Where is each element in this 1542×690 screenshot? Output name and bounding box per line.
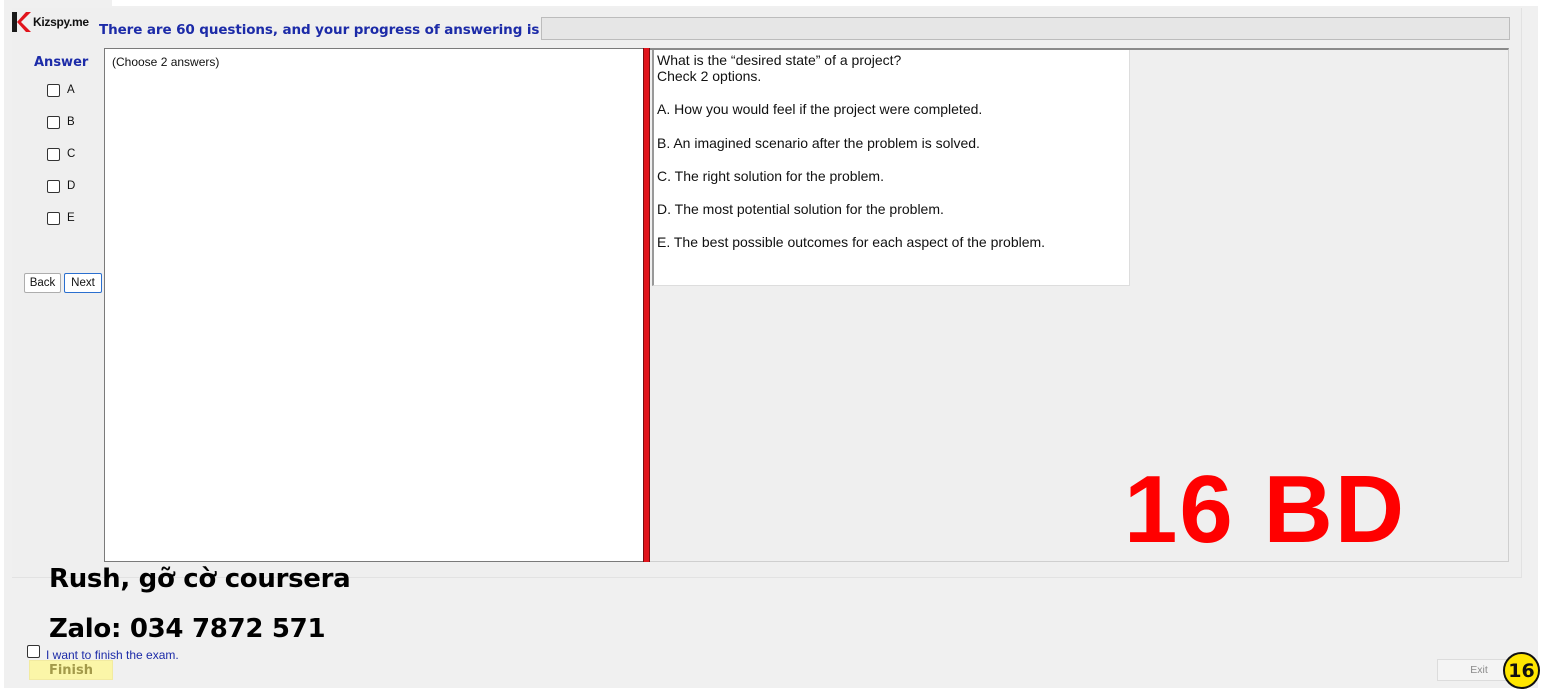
- answer-checkbox-e[interactable]: [47, 211, 60, 225]
- progress-bar: [541, 17, 1510, 40]
- question-option-b: B. An imagined scenario after the proble…: [657, 135, 980, 151]
- answer-title: Answer: [34, 55, 89, 70]
- answer-option-e[interactable]: E: [47, 211, 75, 225]
- answer-option-a[interactable]: A: [47, 83, 75, 97]
- question-option-a: A. How you would feel if the project wer…: [657, 101, 983, 117]
- question-instruction: Check 2 options.: [657, 68, 762, 84]
- answer-option-d[interactable]: D: [47, 179, 75, 193]
- answer-option-b[interactable]: B: [47, 115, 75, 129]
- panel-splitter[interactable]: [643, 48, 650, 562]
- choose-instruction: (Choose 2 answers): [112, 55, 220, 69]
- question-option-c: C. The right solution for the problem.: [657, 168, 884, 184]
- answer-option-label: E: [67, 212, 75, 224]
- kizspy-logo-icon: [12, 12, 31, 32]
- answer-option-c[interactable]: C: [47, 147, 75, 161]
- logo: Kizspy.me: [11, 10, 89, 34]
- answer-checkbox-c[interactable]: [47, 147, 60, 161]
- answer-checkbox-b[interactable]: [47, 115, 60, 129]
- finish-exam-checkbox[interactable]: [27, 644, 40, 658]
- answer-option-label: C: [67, 148, 76, 160]
- finish-exam-option[interactable]: I want to finish the exam.: [27, 640, 179, 662]
- answer-option-label: A: [67, 84, 75, 96]
- progress-label: There are 60 questions, and your progres…: [99, 22, 540, 38]
- back-button[interactable]: Back: [24, 273, 61, 293]
- page-number-badge: 16: [1503, 652, 1540, 689]
- answer-option-label: B: [67, 116, 75, 128]
- question-stem: What is the “desired state” of a project…: [657, 52, 902, 68]
- answer-code-overlay: 16 BD: [1124, 456, 1407, 563]
- next-button[interactable]: Next: [64, 273, 102, 293]
- answer-checkbox-d[interactable]: [47, 179, 60, 193]
- question-option-d: D. The most potential solution for the p…: [657, 201, 944, 217]
- question-option-e: E. The best possible outcomes for each a…: [657, 234, 1046, 250]
- answer-option-label: D: [67, 180, 76, 192]
- answer-notes-panel[interactable]: (Choose 2 answers): [104, 48, 643, 562]
- logo-text: Kizspy.me: [33, 15, 89, 29]
- finish-button[interactable]: Finish: [29, 660, 113, 680]
- answer-checkbox-a[interactable]: [47, 83, 60, 97]
- question-text-box: What is the “desired state” of a project…: [652, 50, 1130, 286]
- watermark-line-1: Rush, gỡ cờ coursera: [49, 564, 351, 594]
